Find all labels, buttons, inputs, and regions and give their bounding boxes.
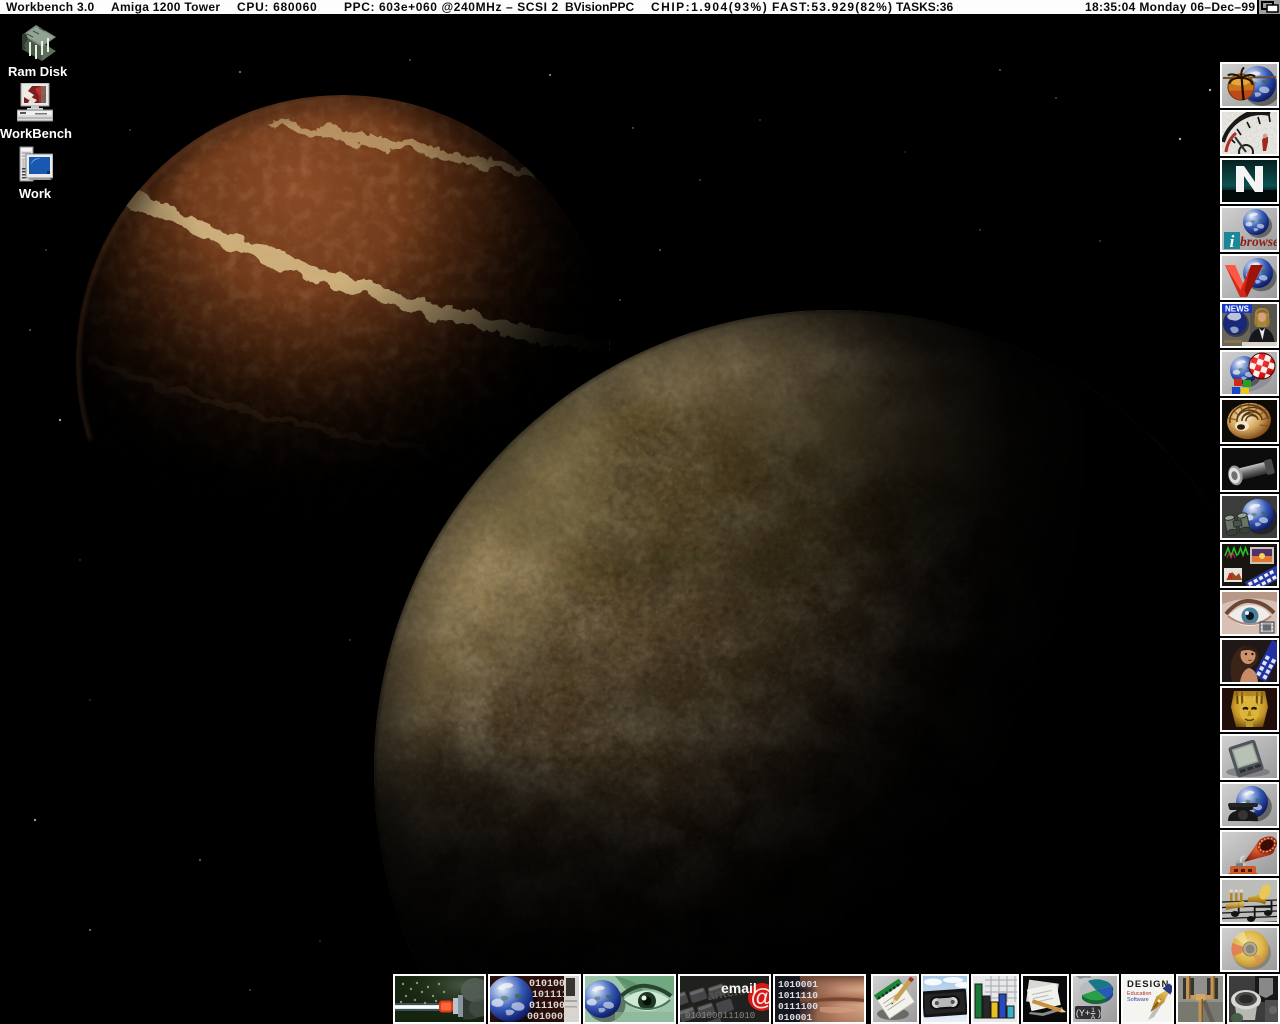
svg-text:A: A	[1227, 572, 1233, 581]
svg-text:A: A	[1091, 1014, 1096, 1021]
svg-text:1: 1	[1091, 1007, 1095, 1014]
svg-text:): )	[1098, 1008, 1101, 1018]
svg-text:NEWS: NEWS	[1225, 305, 1250, 314]
svg-text:email: email	[721, 980, 757, 996]
svg-text:010001: 010001	[778, 1012, 813, 1022]
svg-text:Software: Software	[1127, 997, 1149, 1003]
svg-text:i: i	[1230, 232, 1235, 250]
svg-text:browse: browse	[1240, 234, 1277, 249]
svg-text:0111100: 0111100	[778, 1001, 818, 1012]
svg-text:(Y+: (Y+	[1076, 1008, 1090, 1018]
svg-text:1011110: 1011110	[778, 990, 818, 1001]
svg-text:0010001: 0010001	[527, 1012, 569, 1022]
svg-text:0101000111010: 0101000111010	[685, 1011, 755, 1021]
svg-text:1010001: 1010001	[778, 979, 818, 990]
